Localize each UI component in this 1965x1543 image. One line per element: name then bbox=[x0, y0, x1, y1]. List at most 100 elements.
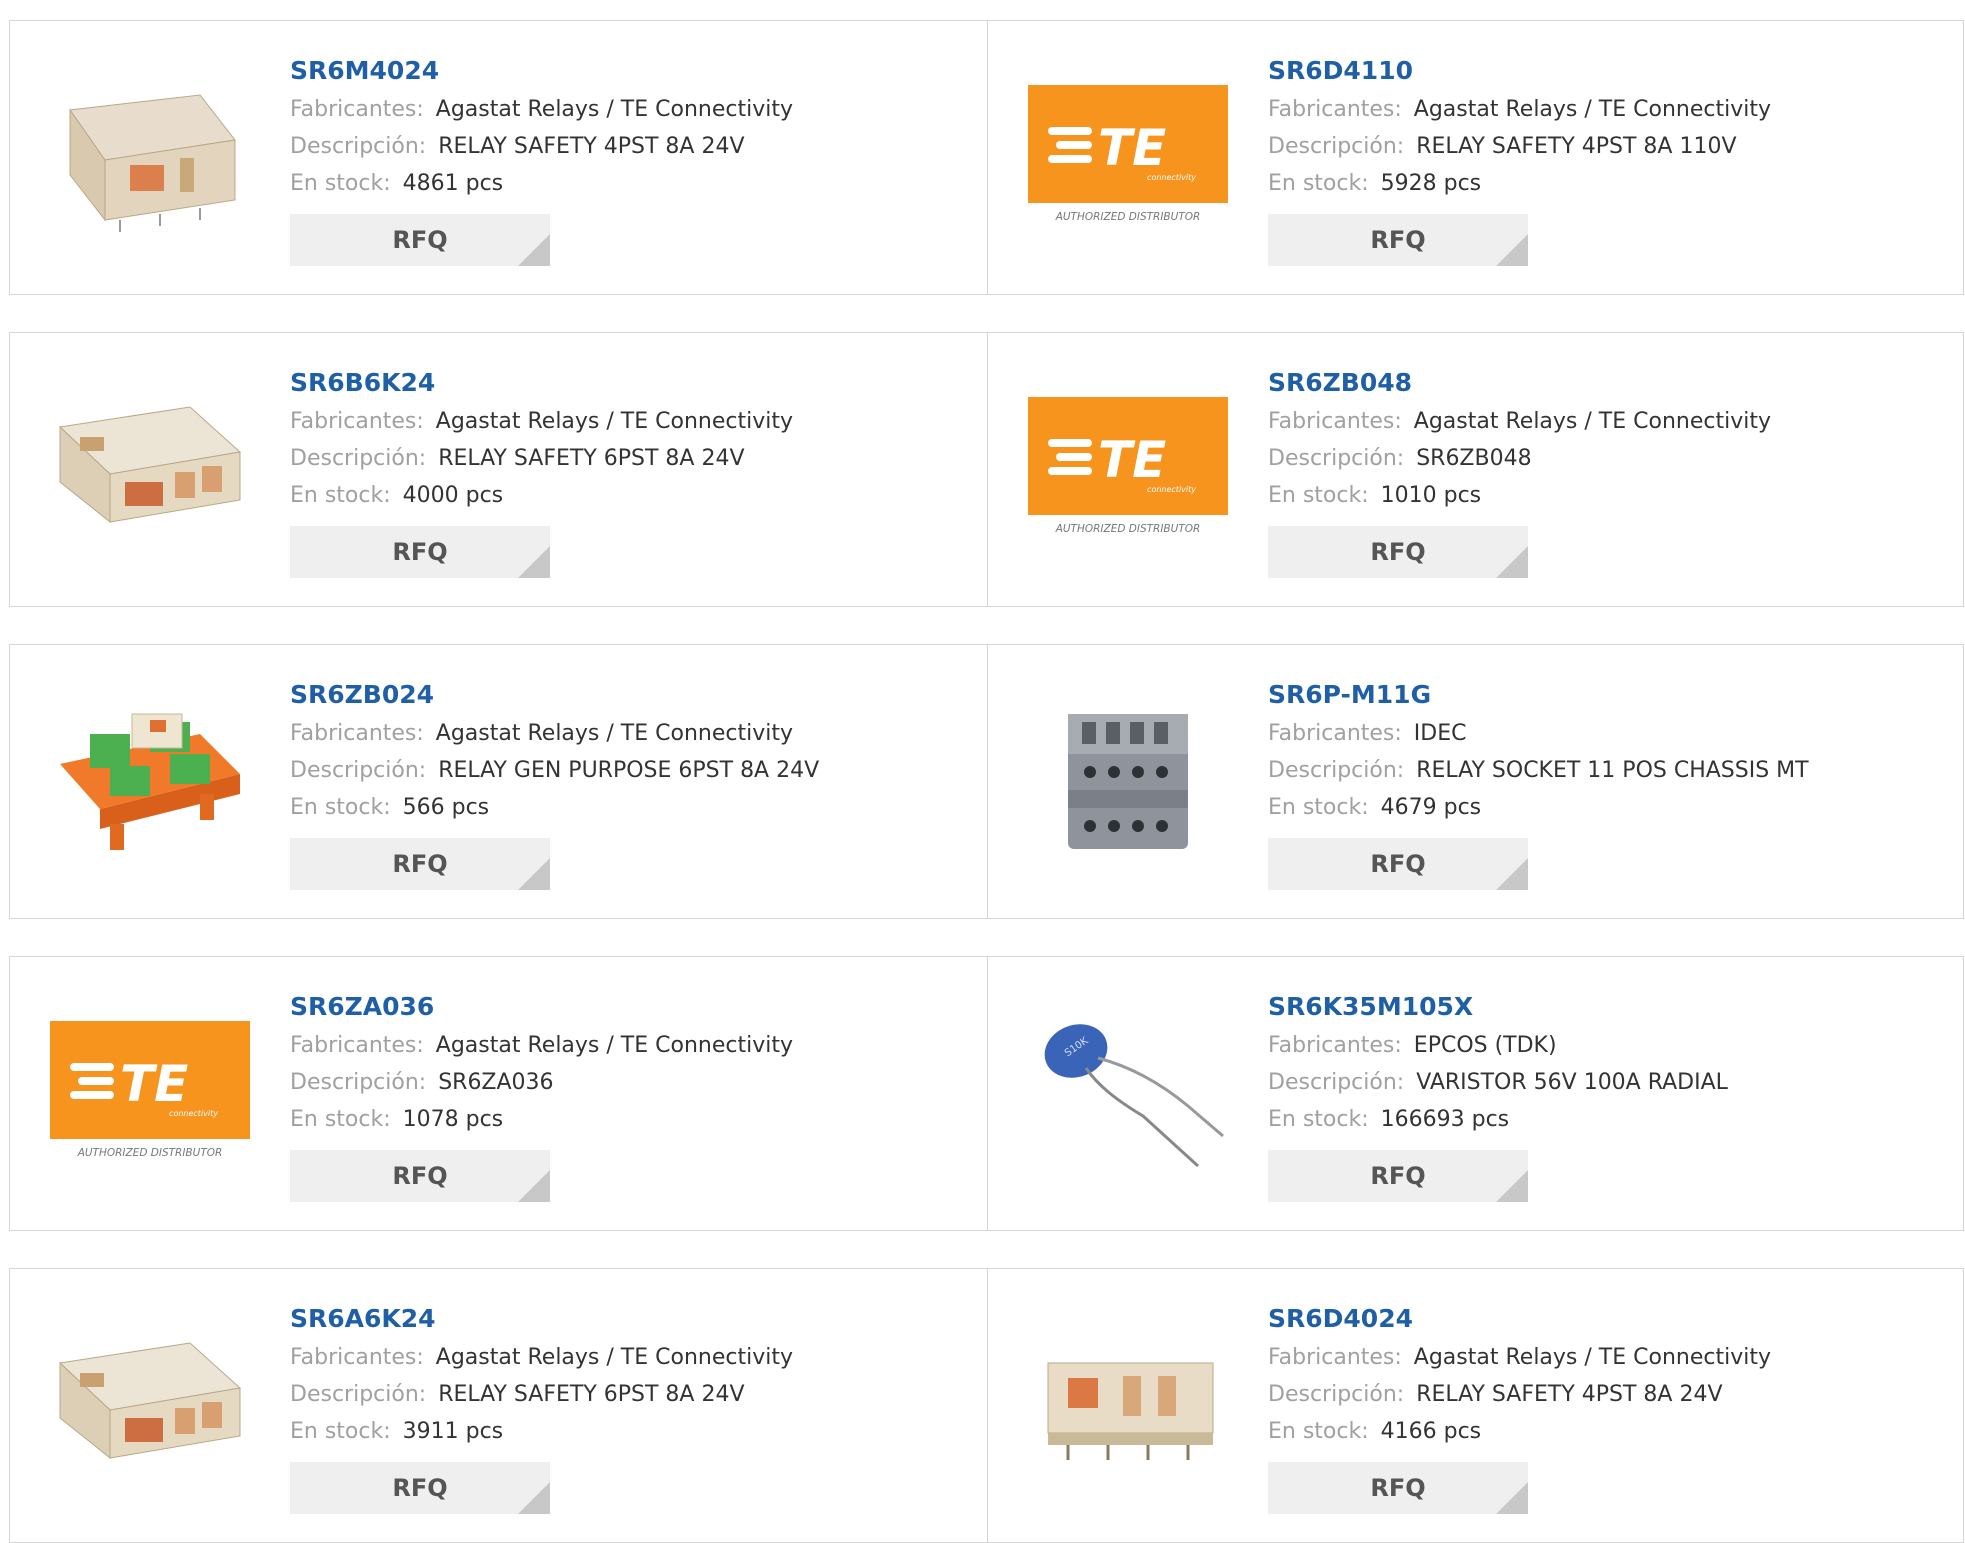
stock-line: En stock: 1010 pcs bbox=[1268, 477, 1771, 514]
product-card: TE connectivity AUTHORIZED DISTRIBUTOR S… bbox=[988, 333, 1965, 606]
corner-fold-icon bbox=[1496, 546, 1528, 578]
corner-fold-icon bbox=[518, 1170, 550, 1202]
manufacturer-value: Agastat Relays / TE Connectivity bbox=[1413, 409, 1771, 434]
stock-label: En stock: bbox=[290, 171, 391, 196]
part-number-link[interactable]: SR6ZB024 bbox=[290, 675, 819, 715]
part-number-link[interactable]: SR6B6K24 bbox=[290, 363, 793, 403]
product-image[interactable]: S10K bbox=[1028, 991, 1228, 1191]
stock-label: En stock: bbox=[290, 1107, 391, 1132]
manufacturer-value: EPCOS (TDK) bbox=[1413, 1033, 1557, 1058]
product-row: TE connectivity AUTHORIZED DISTRIBUTOR S… bbox=[9, 956, 1964, 1231]
description-line: Descripción: RELAY SAFETY 4PST 8A 24V bbox=[1268, 1376, 1771, 1413]
manufacturer-line: Fabricantes: Agastat Relays / TE Connecti… bbox=[290, 1027, 793, 1064]
rfq-button[interactable]: RFQ bbox=[1268, 1462, 1528, 1514]
stock-label: En stock: bbox=[1268, 1419, 1369, 1444]
product-image[interactable] bbox=[50, 55, 250, 255]
part-number-link[interactable]: SR6D4024 bbox=[1268, 1299, 1771, 1339]
part-number-link[interactable]: SR6P-M11G bbox=[1268, 675, 1809, 715]
description-label: Descripción: bbox=[1268, 134, 1405, 159]
logo-sub: connectivity bbox=[1147, 485, 1196, 494]
logo-caption: AUTHORIZED DISTRIBUTOR bbox=[1055, 523, 1201, 535]
part-number-link[interactable]: SR6K35M105X bbox=[1268, 987, 1728, 1027]
description-label: Descripción: bbox=[290, 1382, 427, 1407]
manufacturer-label: Fabricantes: bbox=[1268, 1033, 1402, 1058]
corner-fold-icon bbox=[1496, 1170, 1528, 1202]
manufacturer-line: Fabricantes: IDEC bbox=[1268, 715, 1809, 752]
stock-value: 166693 pcs bbox=[1380, 1107, 1510, 1132]
product-image[interactable] bbox=[50, 1303, 250, 1503]
product-grid: SR6M4024 Fabricantes: Agastat Relays / TE… bbox=[0, 0, 1965, 1543]
rfq-label: RFQ bbox=[1370, 850, 1426, 878]
stock-value: 1078 pcs bbox=[402, 1107, 504, 1132]
te-logo[interactable]: TE connectivity AUTHORIZED DISTRIBUTOR bbox=[1028, 367, 1228, 567]
product-row: SR6M4024 Fabricantes: Agastat Relays / TE… bbox=[9, 20, 1964, 295]
manufacturer-line: Fabricantes: Agastat Relays / TE Connecti… bbox=[1268, 1339, 1771, 1376]
rfq-button[interactable]: RFQ bbox=[1268, 214, 1528, 266]
product-image[interactable] bbox=[1028, 1303, 1228, 1503]
product-image[interactable] bbox=[50, 679, 250, 879]
manufacturer-label: Fabricantes: bbox=[290, 409, 424, 434]
rfq-button[interactable]: RFQ bbox=[1268, 838, 1528, 890]
stock-value: 3911 pcs bbox=[402, 1419, 504, 1444]
manufacturer-value: Agastat Relays / TE Connectivity bbox=[435, 97, 793, 122]
description-value: SR6ZA036 bbox=[438, 1070, 554, 1095]
logo-caption: AUTHORIZED DISTRIBUTOR bbox=[77, 1147, 223, 1159]
product-card: TE connectivity AUTHORIZED DISTRIBUTOR S… bbox=[988, 21, 1965, 294]
rfq-button[interactable]: RFQ bbox=[1268, 1150, 1528, 1202]
corner-fold-icon bbox=[518, 858, 550, 890]
stock-line: En stock: 4861 pcs bbox=[290, 165, 793, 202]
product-image[interactable] bbox=[1028, 679, 1228, 879]
te-logo[interactable]: TE connectivity AUTHORIZED DISTRIBUTOR bbox=[1028, 55, 1228, 255]
stock-line: En stock: 4000 pcs bbox=[290, 477, 793, 514]
te-logo[interactable]: TE connectivity AUTHORIZED DISTRIBUTOR bbox=[50, 991, 250, 1191]
manufacturer-label: Fabricantes: bbox=[290, 97, 424, 122]
description-label: Descripción: bbox=[1268, 446, 1405, 471]
manufacturer-line: Fabricantes: Agastat Relays / TE Connecti… bbox=[1268, 91, 1771, 128]
part-number-link[interactable]: SR6M4024 bbox=[290, 51, 793, 91]
part-number-link[interactable]: SR6ZA036 bbox=[290, 987, 793, 1027]
manufacturer-value: Agastat Relays / TE Connectivity bbox=[1413, 1345, 1771, 1370]
stock-label: En stock: bbox=[290, 1419, 391, 1444]
description-line: Descripción: SR6ZB048 bbox=[1268, 440, 1771, 477]
description-label: Descripción: bbox=[290, 446, 427, 471]
stock-line: En stock: 3911 pcs bbox=[290, 1413, 793, 1450]
corner-fold-icon bbox=[1496, 234, 1528, 266]
description-line: Descripción: SR6ZA036 bbox=[290, 1064, 793, 1101]
rfq-label: RFQ bbox=[392, 1474, 448, 1502]
stock-value: 1010 pcs bbox=[1380, 483, 1482, 508]
stock-label: En stock: bbox=[290, 483, 391, 508]
product-card: SR6ZB024 Fabricantes: Agastat Relays / TE… bbox=[10, 645, 987, 918]
description-line: Descripción: RELAY SAFETY 4PST 8A 110V bbox=[1268, 128, 1771, 165]
logo-caption: AUTHORIZED DISTRIBUTOR bbox=[1055, 211, 1201, 223]
product-card: TE connectivity AUTHORIZED DISTRIBUTOR S… bbox=[10, 957, 987, 1230]
description-label: Descripción: bbox=[290, 758, 427, 783]
rfq-button[interactable]: RFQ bbox=[290, 526, 550, 578]
description-value: RELAY SAFETY 4PST 8A 24V bbox=[438, 134, 745, 159]
product-row: SR6B6K24 Fabricantes: Agastat Relays / TE… bbox=[9, 332, 1964, 607]
rfq-label: RFQ bbox=[392, 850, 448, 878]
manufacturer-value: Agastat Relays / TE Connectivity bbox=[1413, 97, 1771, 122]
product-row: SR6ZB024 Fabricantes: Agastat Relays / TE… bbox=[9, 644, 1964, 919]
rfq-button[interactable]: RFQ bbox=[290, 214, 550, 266]
description-line: Descripción: RELAY GEN PURPOSE 6PST 8A 24… bbox=[290, 752, 819, 789]
part-number-link[interactable]: SR6A6K24 bbox=[290, 1299, 793, 1339]
rfq-label: RFQ bbox=[392, 226, 448, 254]
manufacturer-label: Fabricantes: bbox=[1268, 97, 1402, 122]
description-line: Descripción: RELAY SAFETY 4PST 8A 24V bbox=[290, 128, 793, 165]
rfq-button[interactable]: RFQ bbox=[290, 1462, 550, 1514]
stock-label: En stock: bbox=[1268, 483, 1369, 508]
rfq-label: RFQ bbox=[1370, 1474, 1426, 1502]
product-card: SR6A6K24 Fabricantes: Agastat Relays / TE… bbox=[10, 1269, 987, 1542]
product-image[interactable] bbox=[50, 367, 250, 567]
manufacturer-line: Fabricantes: Agastat Relays / TE Connecti… bbox=[290, 1339, 793, 1376]
rfq-label: RFQ bbox=[1370, 538, 1426, 566]
manufacturer-line: Fabricantes: EPCOS (TDK) bbox=[1268, 1027, 1728, 1064]
rfq-button[interactable]: RFQ bbox=[1268, 526, 1528, 578]
part-number-link[interactable]: SR6ZB048 bbox=[1268, 363, 1771, 403]
rfq-button[interactable]: RFQ bbox=[290, 838, 550, 890]
part-number-link[interactable]: SR6D4110 bbox=[1268, 51, 1771, 91]
stock-value: 4000 pcs bbox=[402, 483, 504, 508]
rfq-button[interactable]: RFQ bbox=[290, 1150, 550, 1202]
logo-sub: connectivity bbox=[169, 1109, 218, 1118]
description-value: RELAY SAFETY 6PST 8A 24V bbox=[438, 1382, 745, 1407]
